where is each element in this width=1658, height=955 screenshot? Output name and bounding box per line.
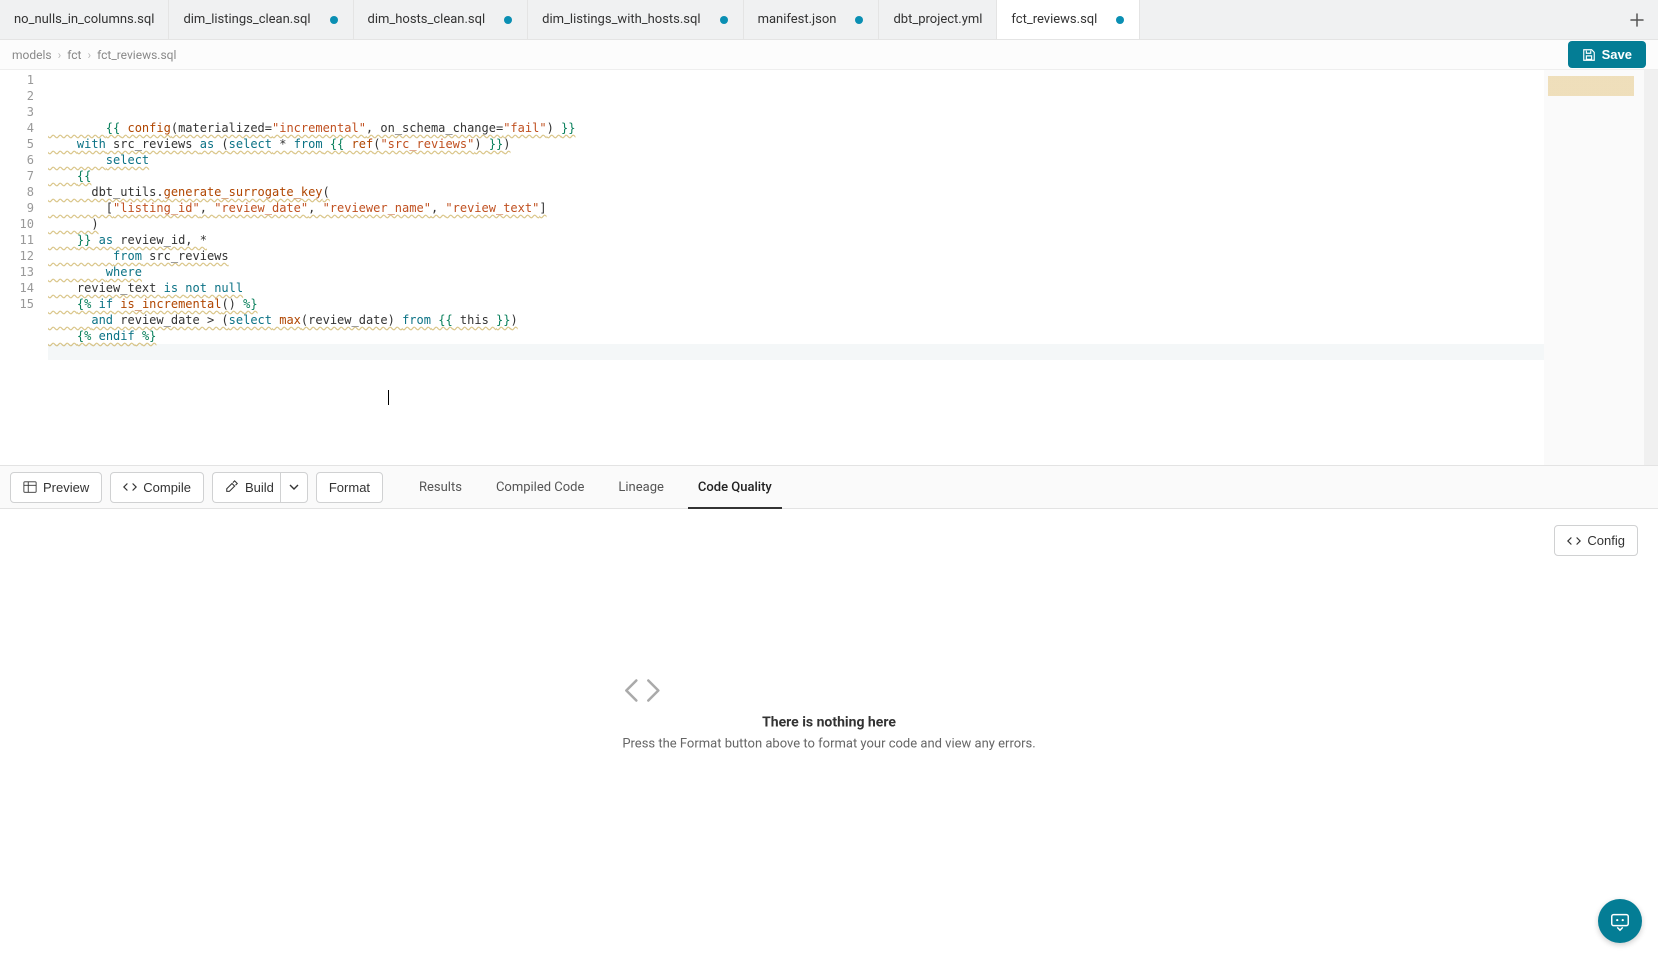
tab-file[interactable]: dim_hosts_clean.sql [354,0,529,39]
tab-label: dim_listings_with_hosts.sql [542,12,700,27]
tab-label: manifest.json [758,12,837,27]
code-line[interactable]: }} as review_id, * [48,232,1544,248]
tab-code-quality[interactable]: Code Quality [694,466,776,508]
vertical-scrollbar[interactable] [1644,70,1658,465]
chat-fab[interactable] [1598,899,1642,943]
tab-modified-icon[interactable] [503,15,513,25]
format-button[interactable]: Format [316,472,383,503]
minimap[interactable] [1544,70,1644,465]
breadcrumb-row: models › fct › fct_reviews.sql Save [0,40,1658,70]
results-panel: Config There is nothing here Press the F… [0,509,1658,955]
code-line[interactable]: from src_reviews [48,248,1544,264]
build-button[interactable]: Build [212,472,280,503]
tab-lineage[interactable]: Lineage [614,466,668,508]
code-line[interactable]: and review_date > (select max(review_dat… [48,312,1544,328]
action-toolbar: Preview Compile Build Format Results Com… [0,465,1658,509]
code-line[interactable]: dbt_utils.generate_surrogate_key( [48,184,1544,200]
hammer-icon [225,480,239,494]
breadcrumb-segment[interactable]: models [12,48,52,62]
empty-state: There is nothing here Press the Format b… [622,677,1035,752]
result-tabs: Results Compiled Code Lineage Code Quali… [415,466,776,508]
preview-button[interactable]: Preview [10,472,102,503]
code-line[interactable]: {{ config(materialized="incremental", on… [48,120,1544,136]
format-label: Format [329,480,370,495]
compile-button[interactable]: Compile [110,472,204,503]
code-editor[interactable]: 1 2 3 4 5 6 7 8 9 10 11 12 13 14 15 {{ c… [0,70,1658,465]
code-line[interactable] [48,344,1544,360]
tab-file[interactable]: dbt_project.yml [879,0,997,39]
config-label: Config [1587,533,1625,548]
code-line[interactable]: ["listing_id", "review_date", "reviewer_… [48,200,1544,216]
build-dropdown[interactable] [280,472,308,503]
code-line[interactable]: ) [48,216,1544,232]
code-line[interactable]: with src_reviews as (select * from {{ re… [48,136,1544,152]
config-button[interactable]: Config [1554,525,1638,556]
tab-file[interactable]: no_nulls_in_columns.sql [0,0,169,39]
code-line[interactable]: review_text is not null [48,280,1544,296]
save-button[interactable]: Save [1568,41,1646,68]
code-line[interactable]: {% if is_incremental() %} [48,296,1544,312]
breadcrumb: models › fct › fct_reviews.sql [12,48,176,62]
code-line[interactable]: {% endif %} [48,328,1544,344]
text-cursor [388,390,389,405]
empty-subtitle: Press the Format button above to format … [622,737,1035,752]
line-gutter: 1 2 3 4 5 6 7 8 9 10 11 12 13 14 15 [0,70,48,465]
chevron-right-icon: › [87,48,91,62]
code-brackets-icon [622,677,1035,705]
tab-label: no_nulls_in_columns.sql [14,12,154,27]
save-label: Save [1602,47,1632,62]
tab-file-active[interactable]: fct_reviews.sql [997,0,1140,39]
tab-label: dbt_project.yml [893,12,982,27]
code-icon [1567,534,1581,548]
tab-compiled-code[interactable]: Compiled Code [492,466,588,508]
code-icon [123,480,137,494]
tab-results[interactable]: Results [415,466,466,508]
tab-modified-icon[interactable] [719,15,729,25]
code-line[interactable]: select [48,152,1544,168]
tab-file[interactable]: dim_listings_with_hosts.sql [528,0,743,39]
tab-file[interactable]: manifest.json [744,0,880,39]
tab-modified-icon[interactable] [1115,15,1125,25]
breadcrumb-segment[interactable]: fct_reviews.sql [97,48,176,62]
table-icon [23,480,37,494]
tab-file[interactable]: dim_listings_clean.sql [169,0,353,39]
chevron-right-icon: › [58,48,62,62]
code-line[interactable]: {{ [48,168,1544,184]
preview-label: Preview [43,480,89,495]
code-area[interactable]: {{ config(materialized="incremental", on… [48,70,1544,465]
breadcrumb-segment[interactable]: fct [67,48,81,62]
chevron-down-icon [289,482,299,492]
empty-title: There is nothing here [622,715,1035,731]
tab-modified-icon[interactable] [329,15,339,25]
code-line[interactable]: where [48,264,1544,280]
tab-label: dim_hosts_clean.sql [368,12,486,27]
tabs-bar: no_nulls_in_columns.sql dim_listings_cle… [0,0,1658,40]
tab-modified-icon[interactable] [854,15,864,25]
new-tab-button[interactable] [1616,0,1658,39]
compile-label: Compile [143,480,191,495]
tab-label: fct_reviews.sql [1011,12,1097,27]
chat-icon [1609,910,1631,932]
build-label: Build [245,480,274,495]
minimap-region [1548,76,1634,96]
tab-label: dim_listings_clean.sql [183,12,310,27]
save-icon [1582,48,1596,62]
